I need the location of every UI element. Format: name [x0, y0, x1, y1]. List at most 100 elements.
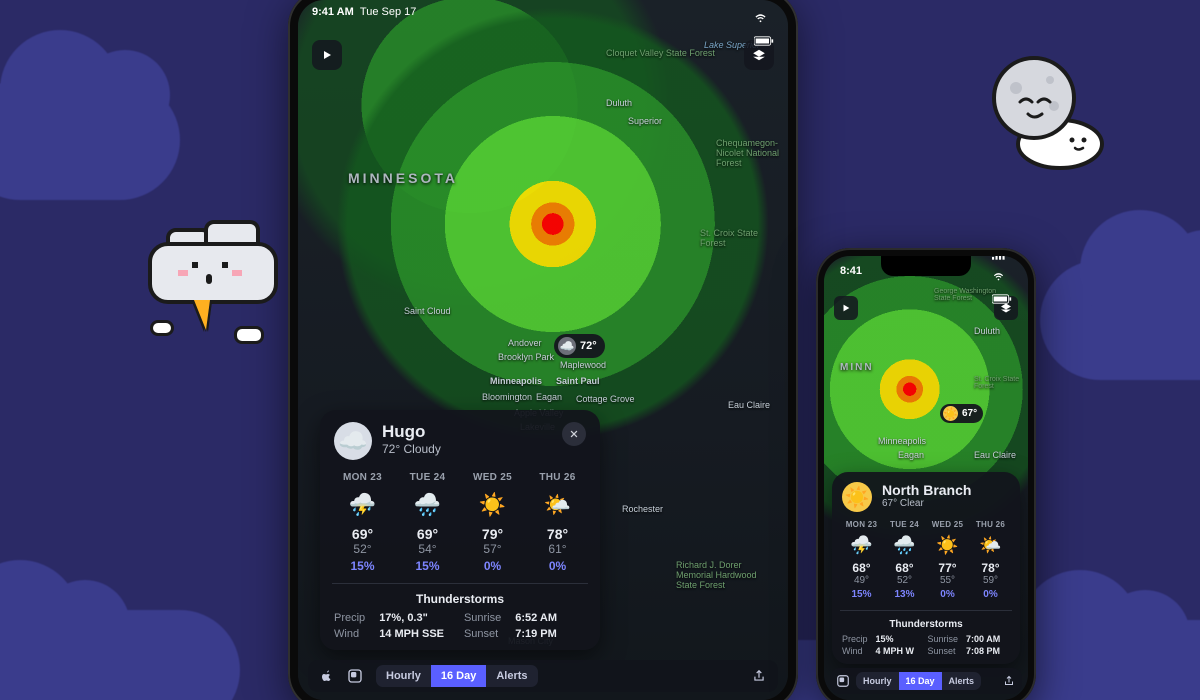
map-city-label: Saint Paul	[556, 376, 600, 386]
radar-play-button[interactable]	[312, 40, 342, 70]
day-label: MON 23	[842, 520, 881, 529]
appearance-icon[interactable]	[344, 665, 366, 687]
sun-icon: ☀️	[943, 406, 958, 421]
card-location: Hugo	[382, 422, 441, 442]
day-label: TUE 24	[885, 520, 924, 529]
share-icon[interactable]	[1000, 672, 1018, 690]
day-low: 55°	[928, 575, 967, 586]
tab-hourly[interactable]: Hourly	[856, 672, 899, 690]
day-low: 52°	[334, 542, 391, 556]
map-location-pin[interactable]: ☀️ 67°	[940, 404, 983, 423]
map-city-label: Superior	[628, 116, 662, 126]
sunset-label: Sunset	[464, 628, 501, 640]
partly-cloudy-icon: 🌤️	[978, 532, 1004, 558]
map-forest-label: St. Croix State Forest	[974, 376, 1024, 390]
card-close-button[interactable]	[562, 422, 586, 446]
day-low: 59°	[971, 575, 1010, 586]
map-forest-label: Richard J. Dorer Memorial Hardwood State…	[676, 560, 766, 590]
day-high: 78°	[529, 526, 586, 542]
appearance-icon[interactable]	[834, 672, 852, 690]
sunset-label: Sunset	[928, 646, 959, 656]
phone-device-frame: MINN Duluth Minneapolis Eagan Eau Claire…	[816, 248, 1036, 700]
cloudy-icon: ☁️	[334, 422, 372, 460]
radar-play-button[interactable]	[834, 296, 858, 320]
precip-value: 17%, 0.3"	[379, 612, 450, 624]
tab-alerts[interactable]: Alerts	[486, 665, 537, 687]
map-city-label: Eagan	[536, 392, 562, 402]
forecast-day[interactable]: MON 23 ⛈️ 68° 49° 15%	[842, 520, 881, 600]
background-cloud	[1040, 260, 1200, 380]
day-label: THU 26	[971, 520, 1010, 529]
forecast-day[interactable]: MON 23 ⛈️ 69° 52° 15%	[334, 472, 391, 573]
tab-alerts[interactable]: Alerts	[942, 672, 982, 690]
sunrise-value: 6:52 AM	[515, 612, 586, 624]
forecast-day[interactable]: THU 26 🌤️ 78° 61° 0%	[529, 472, 586, 573]
forecast-days: MON 23 ⛈️ 69° 52° 15% TUE 24 🌧️ 69° 54° …	[334, 472, 586, 573]
forecast-day[interactable]: THU 26 🌤️ 78° 59° 0%	[971, 520, 1010, 600]
day-high: 69°	[334, 526, 391, 542]
storm-icon: ⛈️	[849, 532, 875, 558]
forecast-day[interactable]: TUE 24 🌧️ 69° 54° 15%	[399, 472, 456, 573]
forecast-day[interactable]: WED 25 ☀️ 77° 55° 0%	[928, 520, 967, 600]
map-city-label: Andover	[508, 338, 542, 348]
partly-cloudy-icon: 🌤️	[541, 488, 575, 522]
pin-temp: 72°	[580, 340, 597, 352]
wind-value: 14 MPH SSE	[379, 628, 450, 640]
precip-label: Precip	[842, 634, 868, 644]
day-low: 52°	[885, 575, 924, 586]
card-current-temp: 67°	[882, 498, 897, 509]
forecast-day[interactable]: WED 25 ☀️ 79° 57° 0%	[464, 472, 521, 573]
day-precip: 0%	[529, 559, 586, 573]
day-precip: 15%	[399, 559, 456, 573]
pixel-cloud-sticker	[148, 234, 298, 374]
pin-temp: 67°	[962, 408, 977, 419]
status-time: 9:41 AM	[312, 6, 354, 18]
day-high: 79°	[464, 526, 521, 542]
status-indicators	[754, 0, 774, 46]
day-precip: 0%	[971, 589, 1010, 600]
day-precip: 15%	[334, 559, 391, 573]
rain-icon: 🌧️	[892, 532, 918, 558]
map-city-label: Saint Cloud	[404, 306, 451, 316]
battery-icon	[992, 294, 1012, 304]
sunrise-label: Sunrise	[464, 612, 501, 624]
precip-label: Precip	[334, 612, 365, 624]
map-city-label: Eau Claire	[728, 400, 770, 410]
wifi-icon	[992, 272, 1012, 282]
view-segment: Hourly 16 Day Alerts	[376, 665, 538, 687]
day-label: TUE 24	[399, 472, 456, 483]
apple-icon[interactable]	[316, 665, 338, 687]
map-location-pin[interactable]: ☁️ 72°	[554, 334, 605, 358]
forecast-days: MON 23 ⛈️ 68° 49° 15% TUE 24 🌧️ 68° 52° …	[842, 520, 1010, 600]
map-state-label: MINN	[840, 362, 874, 373]
tab-16day[interactable]: 16 Day	[431, 665, 486, 687]
share-icon[interactable]	[748, 665, 770, 687]
day-precip: 15%	[842, 589, 881, 600]
divider	[332, 583, 588, 584]
sun-icon: ☀️	[935, 532, 961, 558]
tablet-status-bar: 9:41 AM Tue Sep 17	[298, 0, 788, 24]
divider	[840, 610, 1012, 611]
background-cloud	[0, 80, 180, 200]
tab-16day[interactable]: 16 Day	[899, 672, 942, 690]
map-forest-label: St. Croix State Forest	[700, 228, 760, 248]
day-label: WED 25	[464, 472, 521, 483]
day-low: 61°	[529, 542, 586, 556]
moon-cloud-sticker	[980, 52, 1110, 172]
map-city-label: Duluth	[974, 326, 1000, 336]
day-high: 69°	[399, 526, 456, 542]
day-high: 68°	[842, 561, 881, 575]
tab-hourly[interactable]: Hourly	[376, 665, 431, 687]
map-city-label: Cottage Grove	[576, 394, 635, 404]
forecast-day[interactable]: TUE 24 🌧️ 68° 52° 13%	[885, 520, 924, 600]
map-city-label: Brooklyn Park	[498, 352, 554, 362]
day-low: 57°	[464, 542, 521, 556]
phone-screen: MINN Duluth Minneapolis Eagan Eau Claire…	[824, 256, 1028, 700]
tablet-screen: MINNESOTA Duluth Superior Saint Cloud An…	[298, 0, 788, 700]
wind-label: Wind	[842, 646, 868, 656]
cellular-icon	[992, 256, 1012, 260]
day-label: MON 23	[334, 472, 391, 483]
card-current-temp: 72°	[382, 442, 400, 456]
precip-value: 15%	[876, 634, 920, 644]
day-high: 68°	[885, 561, 924, 575]
